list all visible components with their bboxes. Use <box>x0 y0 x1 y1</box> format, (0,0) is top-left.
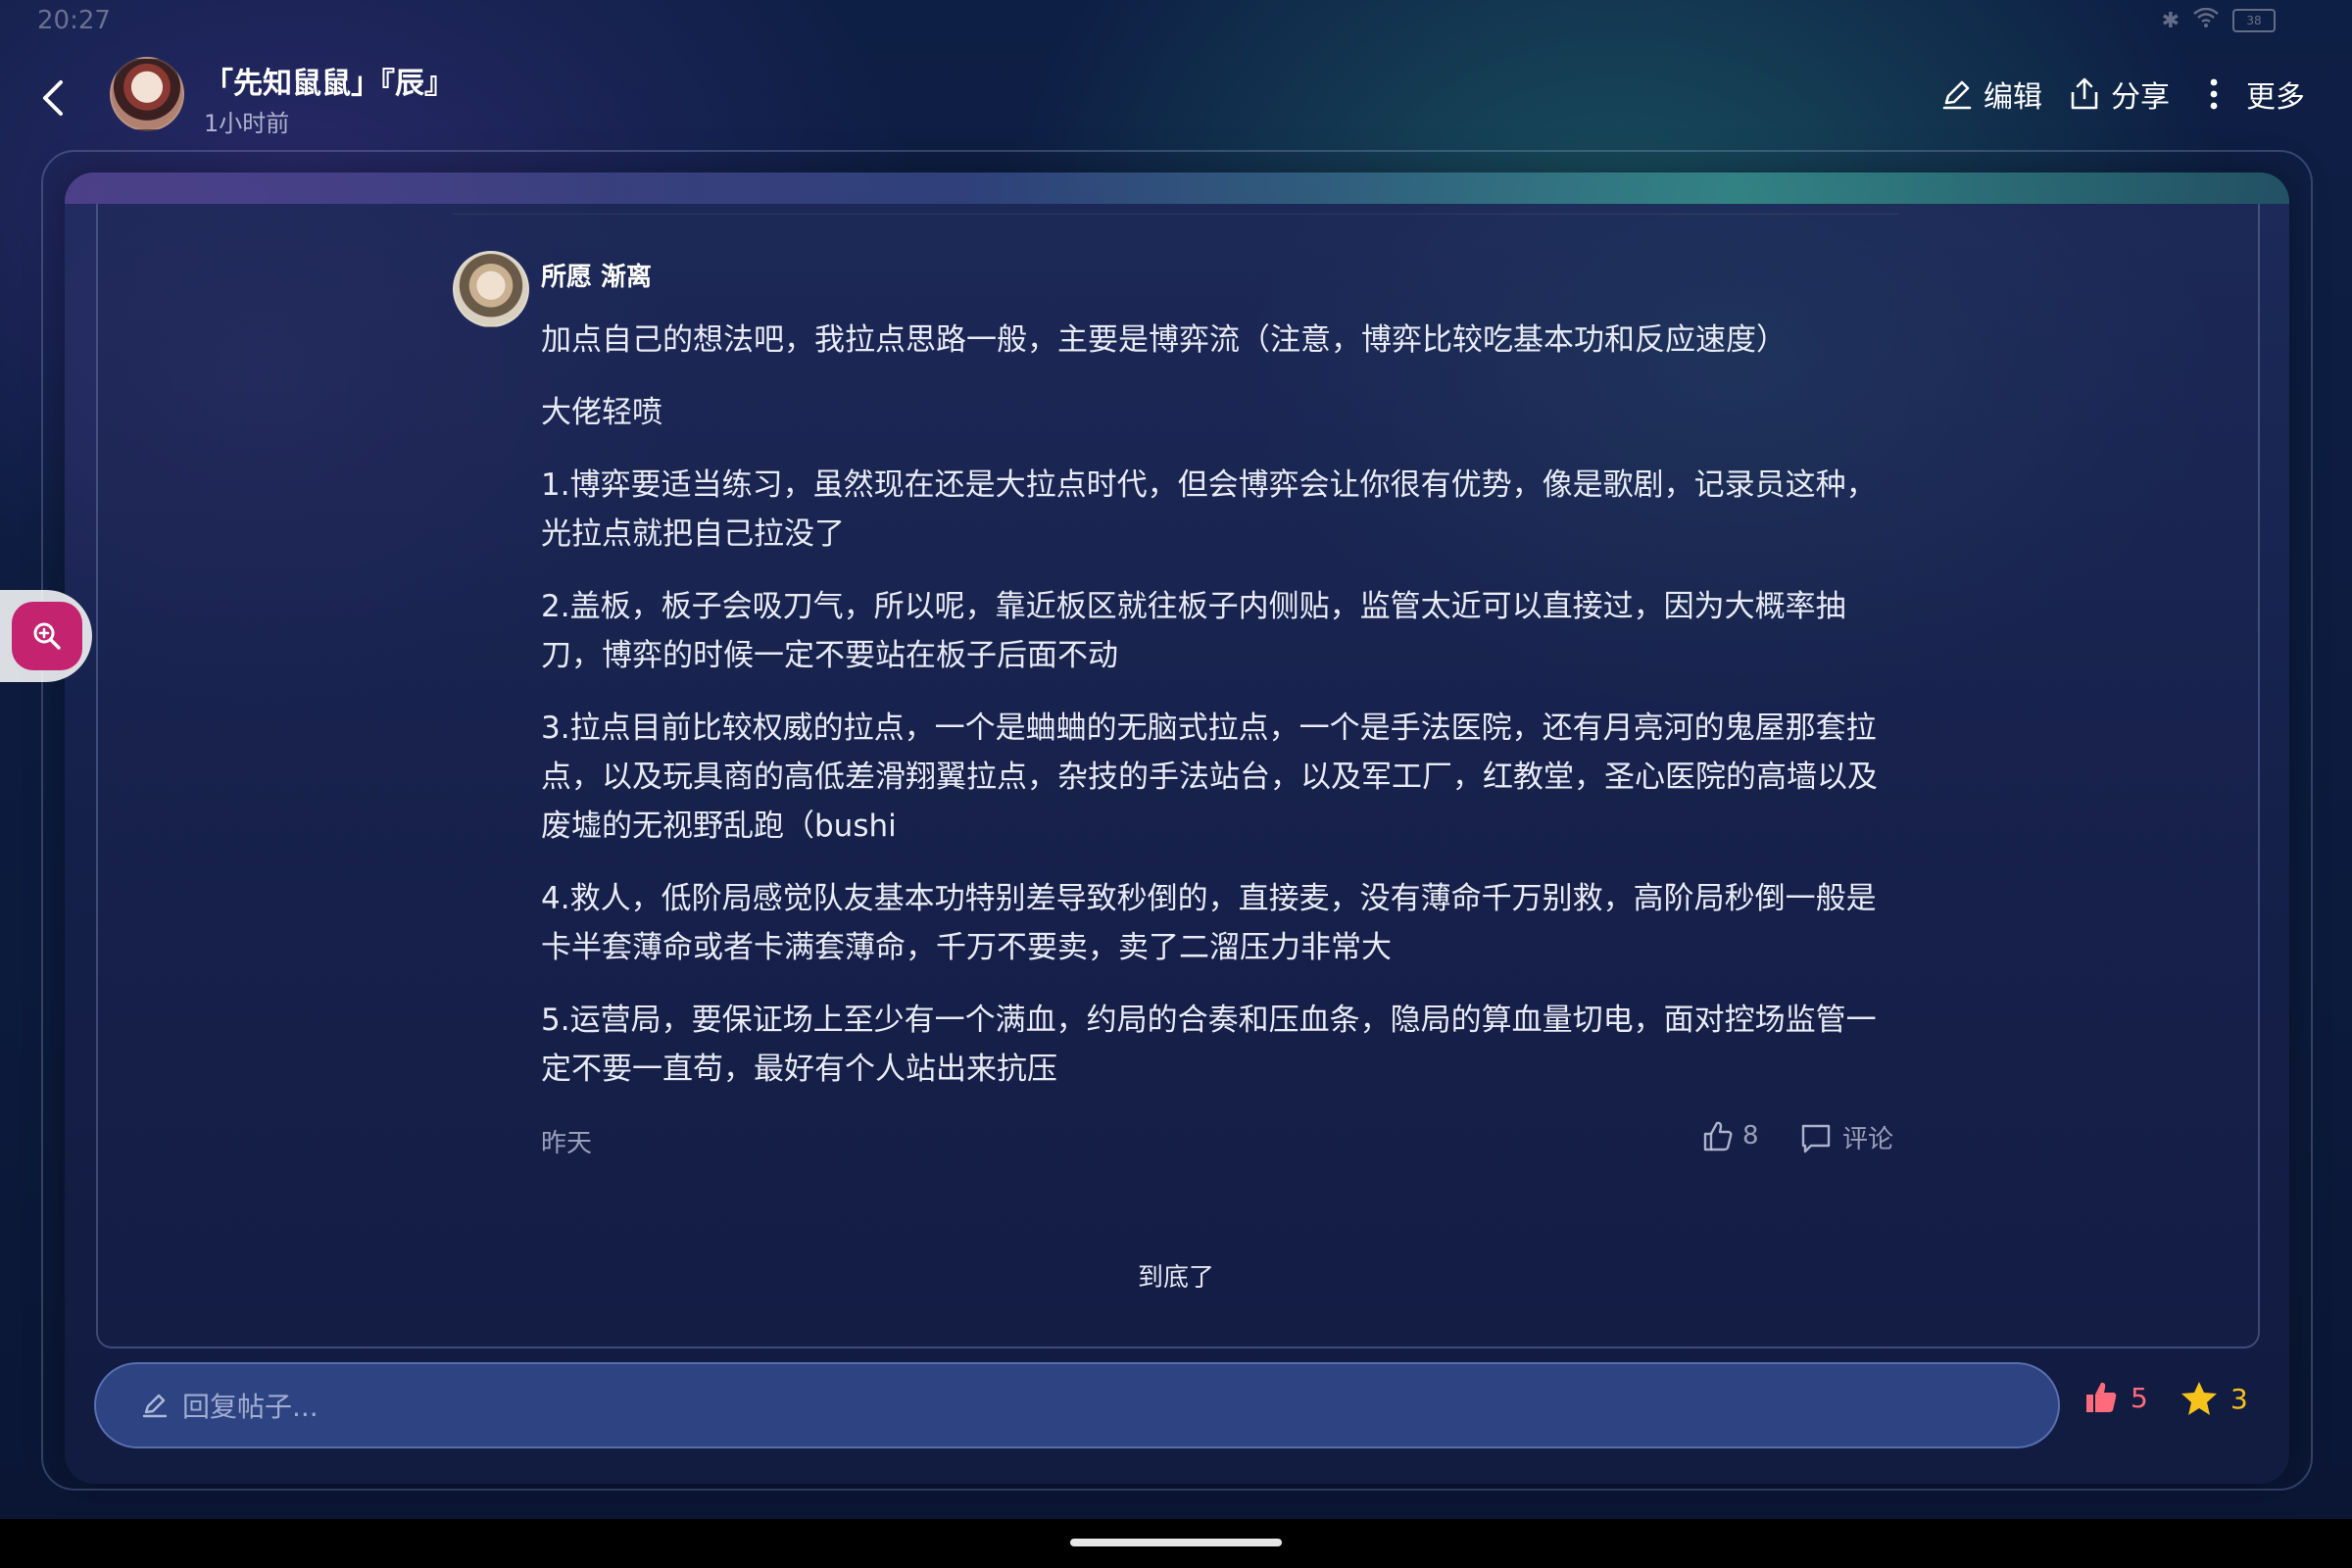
reply-placeholder: 回复帖子... <box>182 1391 318 1423</box>
thumbs-up-icon <box>1703 1121 1733 1152</box>
status-bar: 20:27 ✱ 38 <box>0 0 2352 47</box>
post-favorite-button[interactable]: 3 <box>2180 1380 2248 1417</box>
pencil-icon <box>141 1392 169 1419</box>
share-button[interactable]: 分享 <box>2068 73 2170 116</box>
edit-icon <box>1942 80 1972 110</box>
comment-like-button[interactable]: 8 <box>1701 1119 1759 1152</box>
more-button[interactable]: 更多 <box>2209 73 2305 116</box>
comment-reply-label: 评论 <box>1842 1125 1894 1154</box>
post-header: 「先知鼠鼠」『辰』 1小时前 编辑 分享 更多 <box>0 47 2352 145</box>
post-time: 1小时前 <box>204 110 290 137</box>
comment-paragraph: 加点自己的想法吧，我拉点思路一般，主要是博弈流（注意，博弈比较吃基本功和反应速度… <box>541 322 1787 358</box>
commenter-avatar[interactable] <box>453 251 529 327</box>
post-like-count: 5 <box>2131 1381 2148 1414</box>
comment-paragraph: 2.盖板，板子会吸刀气，所以呢，靠近板区就往板子内侧贴，监管太近可以直接过，因为… <box>541 589 1846 673</box>
post-favorite-count: 3 <box>2230 1382 2248 1415</box>
home-indicator[interactable] <box>1070 1539 1282 1546</box>
comment-body: 加点自己的想法吧，我拉点思路一般，主要是博弈流（注意，博弈比较吃基本功和反应速度… <box>541 316 1893 1117</box>
zoom-in-icon <box>33 622 61 650</box>
comment-like-count: 8 <box>1742 1121 1759 1151</box>
chevron-left-icon <box>43 80 63 116</box>
header-actions: 编辑 分享 更多 <box>1940 73 2305 116</box>
star-icon <box>2181 1382 2217 1415</box>
post-like-button[interactable]: 5 <box>2083 1380 2148 1415</box>
battery-icon: 38 <box>2232 9 2276 32</box>
reply-input[interactable]: 回复帖子... <box>94 1362 2060 1448</box>
comment-reply-button[interactable]: 评论 <box>1799 1119 1893 1155</box>
edit-button[interactable]: 编辑 <box>1940 73 2042 116</box>
comment-date: 昨天 <box>541 1129 593 1158</box>
share-icon <box>2071 77 2098 110</box>
comment-paragraph: 3.拉点目前比较权威的拉点，一个是蛐蛐的无脑式拉点，一个是手法医院，还有月亮河的… <box>541 710 1878 844</box>
zoom-button[interactable] <box>12 602 82 670</box>
more-label: 更多 <box>2246 80 2305 115</box>
comment-icon <box>1801 1124 1831 1152</box>
wifi-icon <box>2193 7 2219 33</box>
status-time: 20:27 <box>37 6 111 35</box>
divider <box>453 214 1899 215</box>
comment-paragraph: 4.救人，低阶局感觉队友基本功特别差导致秒倒的，直接麦，没有薄命千万别救，高阶局… <box>541 881 1877 965</box>
more-vertical-icon <box>2210 78 2218 110</box>
end-of-list-text: 到底了 <box>1137 1263 1214 1293</box>
status-icons: ✱ 38 <box>2161 7 2276 33</box>
post-author-name[interactable]: 「先知鼠鼠」『辰』 <box>204 59 454 102</box>
comment-paragraph: 1.博弈要适当练习，虽然现在还是大拉点时代，但会博弈会让你很有优势，像是歌剧，记… <box>541 467 1877 552</box>
comment-paragraph: 大佬轻喷 <box>541 395 662 430</box>
comment-paragraph: 5.运营局，要保证场上至少有一个满血，约局的合奏和压血条，隐局的算血量切电，面对… <box>541 1003 1877 1087</box>
edit-label: 编辑 <box>1984 80 2042 115</box>
thumbs-up-filled-icon <box>2086 1382 2117 1412</box>
bluetooth-icon: ✱ <box>2161 8 2180 33</box>
share-label: 分享 <box>2111 80 2170 115</box>
author-avatar[interactable] <box>110 57 184 131</box>
comment-footer: 昨天 8 评论 <box>541 1119 1897 1162</box>
commenter-name[interactable]: 所愿 渐离 <box>541 257 652 293</box>
back-button[interactable] <box>29 74 76 122</box>
